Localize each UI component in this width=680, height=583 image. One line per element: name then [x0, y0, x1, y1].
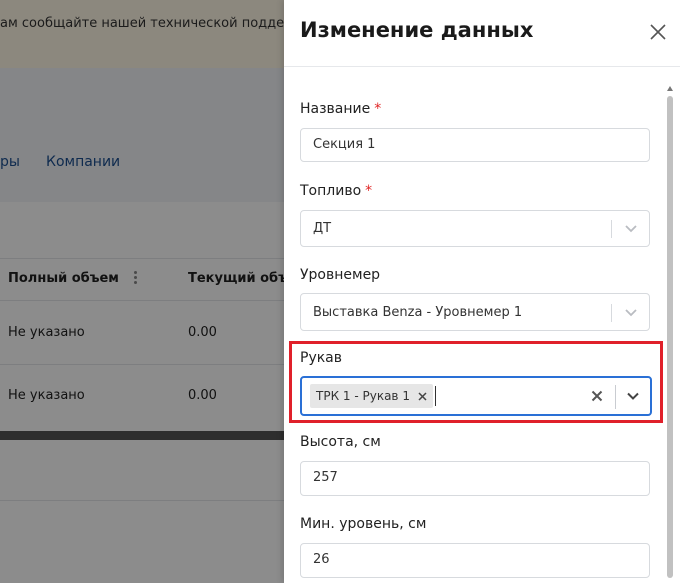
drawer-title: Изменение данных: [300, 18, 534, 42]
hose-label: Рукав: [300, 350, 343, 366]
select-separator: [611, 304, 612, 322]
level-gauge-select-value: Выставка Benza - Уровнемер 1: [313, 305, 523, 320]
close-icon: [650, 24, 666, 40]
close-button[interactable]: [646, 20, 670, 44]
select-separator: [615, 385, 616, 409]
height-input[interactable]: 257: [300, 461, 650, 496]
fuel-select[interactable]: ДТ: [300, 210, 650, 247]
name-input-value: Секция 1: [313, 137, 376, 152]
edit-drawer: Изменение данных Название * Секция 1 Топл…: [284, 0, 680, 583]
selected-chip: ТРК 1 - Рукав 1: [310, 384, 433, 408]
min-level-input-value: 26: [313, 552, 330, 567]
clear-selection-icon[interactable]: [591, 390, 603, 402]
fuel-label-text: Топливо: [300, 183, 362, 199]
name-input[interactable]: Секция 1: [300, 128, 650, 162]
scrollbar-thumb[interactable]: [667, 96, 673, 578]
chevron-down-icon[interactable]: [624, 223, 638, 235]
name-label: Название *: [300, 101, 381, 117]
hose-multiselect[interactable]: ТРК 1 - Рукав 1: [300, 376, 652, 416]
level-gauge-label: Уровнемер: [300, 267, 381, 283]
required-asterisk: *: [374, 101, 382, 117]
chevron-down-icon[interactable]: [626, 391, 640, 402]
min-level-label: Мин. уровень, см: [300, 516, 427, 532]
chevron-down-icon[interactable]: [624, 307, 638, 319]
drawer-vertical-scrollbar[interactable]: [667, 86, 673, 578]
min-level-input[interactable]: 26: [300, 543, 650, 578]
fuel-label: Топливо *: [300, 183, 372, 199]
modal-overlay[interactable]: [0, 0, 284, 583]
chip-label: ТРК 1 - Рукав 1: [316, 389, 410, 403]
text-cursor: [435, 386, 436, 406]
select-separator: [611, 220, 612, 238]
name-label-text: Название: [300, 101, 371, 117]
drawer-header: Изменение данных: [284, 0, 680, 67]
height-label: Высота, см: [300, 434, 381, 450]
fuel-select-value: ДТ: [313, 221, 332, 236]
required-asterisk: *: [365, 183, 373, 199]
remove-chip-icon[interactable]: [418, 391, 427, 401]
scroll-up-arrow-icon[interactable]: [667, 86, 673, 91]
level-gauge-select[interactable]: Выставка Benza - Уровнемер 1: [300, 293, 650, 331]
height-input-value: 257: [313, 470, 338, 485]
